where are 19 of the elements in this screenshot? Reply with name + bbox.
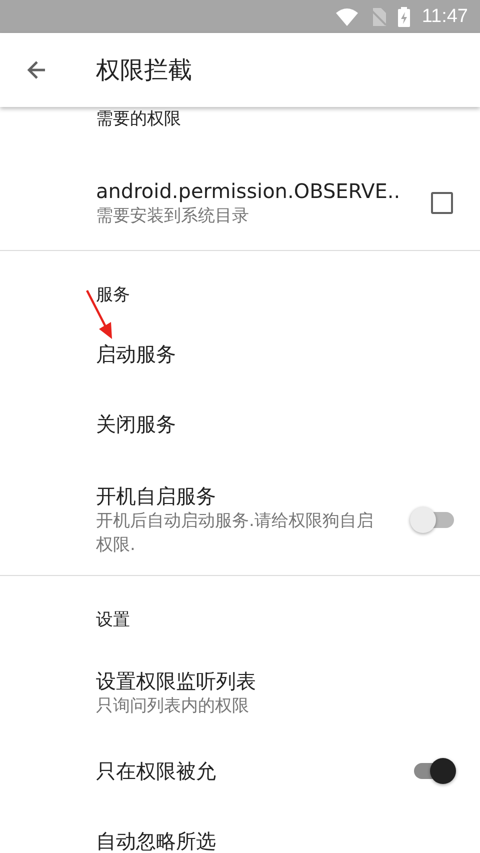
wifi-icon [336,8,358,26]
setting-title[interactable]: android.permission.OBSERVE.. [96,178,400,204]
section-header: 设置 [96,610,130,630]
setting-title[interactable]: 只在权限被允 [96,758,216,784]
toolbar-title: 权限拦截 [96,55,192,86]
setting-summary: 开机后自动启动服务.请给权限狗自启权限. [96,510,374,557]
setting-title[interactable]: 启动服务 [96,341,176,367]
section-header: 服务 [96,285,130,305]
setting-title[interactable]: 开机自启服务 [96,483,216,509]
battery-charging-icon [398,6,410,26]
section-header: 需要的权限 [96,109,181,129]
setting-title[interactable]: 设置权限监听列表 [96,668,256,694]
toggle-switch[interactable] [410,507,456,533]
setting-summary: 需要安装到系统目录 [96,205,249,228]
setting-title[interactable]: 关闭服务 [96,411,176,437]
checkbox[interactable] [431,192,453,214]
setting-summary: 只询问列表内的权限 [96,695,249,718]
status-time: 11:47 [422,6,468,28]
setting-title[interactable]: 自动忽略所选 [96,828,216,853]
